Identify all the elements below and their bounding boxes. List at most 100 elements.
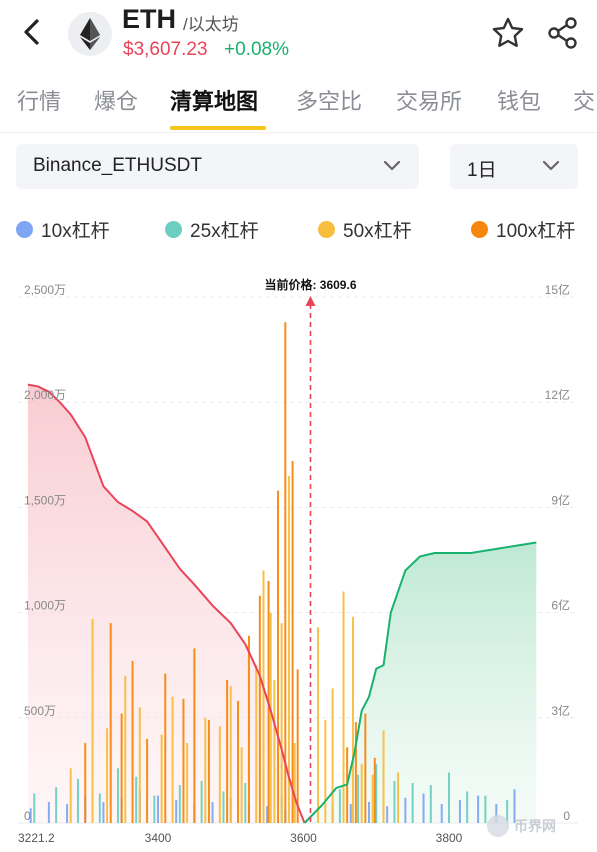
chart-legend: 10x杠杆 25x杠杆 50x杠杆 100x杠杆 xyxy=(0,216,597,246)
bar xyxy=(404,797,407,823)
bar xyxy=(171,696,174,823)
bar xyxy=(66,804,69,823)
bar xyxy=(262,570,265,823)
tab-bar: 行情 爆仓 清算地图 多空比 交易所 钱包 交 xyxy=(0,76,597,133)
tab-liquidation[interactable]: 爆仓 xyxy=(94,84,138,116)
liquidation-map-chart: 当前价格: 3609.6 0 0 500万 3亿 1,000万 6亿 1,500万 9亿 2,0… xyxy=(18,277,578,845)
bar xyxy=(296,669,299,823)
tab-exchanges[interactable]: 交易所 xyxy=(396,84,462,116)
left-axis-tick-label: 1,500万 xyxy=(24,493,66,507)
bar xyxy=(131,660,134,823)
bar xyxy=(429,785,432,823)
legend-label: 10x杠杆 xyxy=(41,221,110,242)
tab-wallet[interactable]: 钱包 xyxy=(497,84,541,116)
bar xyxy=(157,795,159,823)
current-price-label: 当前价格: 3609.6 xyxy=(264,277,356,292)
chevron-down-icon xyxy=(383,160,401,171)
right-axis-tick-label: 15亿 xyxy=(545,282,570,297)
bar xyxy=(178,785,181,823)
legend-25x[interactable]: 25x杠杆 xyxy=(165,216,259,243)
right-axis-tick-label: 12亿 xyxy=(545,387,570,402)
legend-dot xyxy=(165,221,182,238)
coin-price: $3,607.23 xyxy=(123,39,208,60)
left-axis-tick-label: 0 xyxy=(24,809,31,823)
tab-liquidation-map[interactable]: 清算地图 xyxy=(170,84,258,116)
bar xyxy=(55,787,58,823)
left-axis-tick-label: 2,000万 xyxy=(24,388,66,402)
bar xyxy=(342,591,345,823)
bar xyxy=(175,799,178,823)
bar xyxy=(324,719,327,823)
price-change: +0.08% xyxy=(224,39,289,60)
period-select-value: 1日 xyxy=(467,160,497,181)
legend-dot xyxy=(471,221,488,238)
right-axis-tick-label: 3亿 xyxy=(551,703,570,718)
bar xyxy=(364,713,367,823)
pair-select[interactable]: Binance_ETHUSDT xyxy=(16,144,419,189)
bar xyxy=(280,623,283,823)
coin-symbol: ETH xyxy=(122,4,176,34)
legend-dot xyxy=(318,221,335,238)
bar xyxy=(349,804,352,823)
bar xyxy=(135,776,138,823)
bar xyxy=(193,648,196,823)
bar xyxy=(240,747,243,823)
bar xyxy=(33,793,36,823)
right-axis-tick-label: 0 xyxy=(563,809,570,823)
x-axis-tick-label: 3600 xyxy=(290,831,317,845)
pair-select-value: Binance_ETHUSDT xyxy=(33,155,202,176)
bar xyxy=(116,768,119,823)
bar xyxy=(186,743,189,823)
bar xyxy=(367,801,370,823)
legend-50x[interactable]: 50x杠杆 xyxy=(318,216,412,243)
back-arrow-icon[interactable] xyxy=(16,14,46,50)
period-select[interactable]: 1日 xyxy=(450,144,578,189)
bar xyxy=(284,322,287,823)
bar xyxy=(69,768,72,823)
bar xyxy=(247,635,250,823)
bar xyxy=(229,686,232,823)
bar xyxy=(237,700,240,823)
legend-label: 50x杠杆 xyxy=(343,221,412,242)
bar xyxy=(255,665,258,823)
bar xyxy=(124,675,127,823)
right-axis-tick-label: 6亿 xyxy=(551,598,570,613)
bar xyxy=(138,707,141,823)
x-axis-tick-label: 3400 xyxy=(145,831,172,845)
bar xyxy=(153,795,156,823)
watermark: 币界网 xyxy=(487,815,556,837)
bar xyxy=(373,757,376,823)
bar xyxy=(440,804,443,823)
ethereum-logo-icon xyxy=(68,12,112,56)
long-cumulative-area xyxy=(304,542,537,823)
bar xyxy=(293,743,296,823)
watermark-text: 币界网 xyxy=(514,818,556,834)
bar xyxy=(120,713,123,823)
star-icon[interactable] xyxy=(491,16,525,50)
bar xyxy=(351,616,354,823)
bar xyxy=(317,627,320,823)
tab-more[interactable]: 交 xyxy=(573,84,595,116)
bar xyxy=(371,774,374,823)
bar xyxy=(218,726,221,823)
tab-long-short-ratio[interactable]: 多空比 xyxy=(296,84,362,116)
legend-100x[interactable]: 100x杠杆 xyxy=(471,216,575,243)
bar xyxy=(338,789,341,823)
bar xyxy=(146,738,149,823)
bar xyxy=(422,793,425,823)
bar xyxy=(182,698,185,823)
bar xyxy=(207,719,210,823)
bar xyxy=(91,618,94,823)
bar xyxy=(47,801,50,823)
bar xyxy=(484,795,487,823)
legend-label: 25x杠杆 xyxy=(190,221,259,242)
bar xyxy=(76,778,79,823)
x-axis-tick-label: 3800 xyxy=(436,831,463,845)
bar xyxy=(84,743,87,823)
share-icon[interactable] xyxy=(546,16,580,50)
legend-10x[interactable]: 10x杠杆 xyxy=(16,216,110,243)
legend-label: 100x杠杆 xyxy=(496,221,576,242)
watermark-logo-icon xyxy=(487,815,509,837)
tab-market[interactable]: 行情 xyxy=(17,84,61,116)
bar xyxy=(98,793,101,823)
